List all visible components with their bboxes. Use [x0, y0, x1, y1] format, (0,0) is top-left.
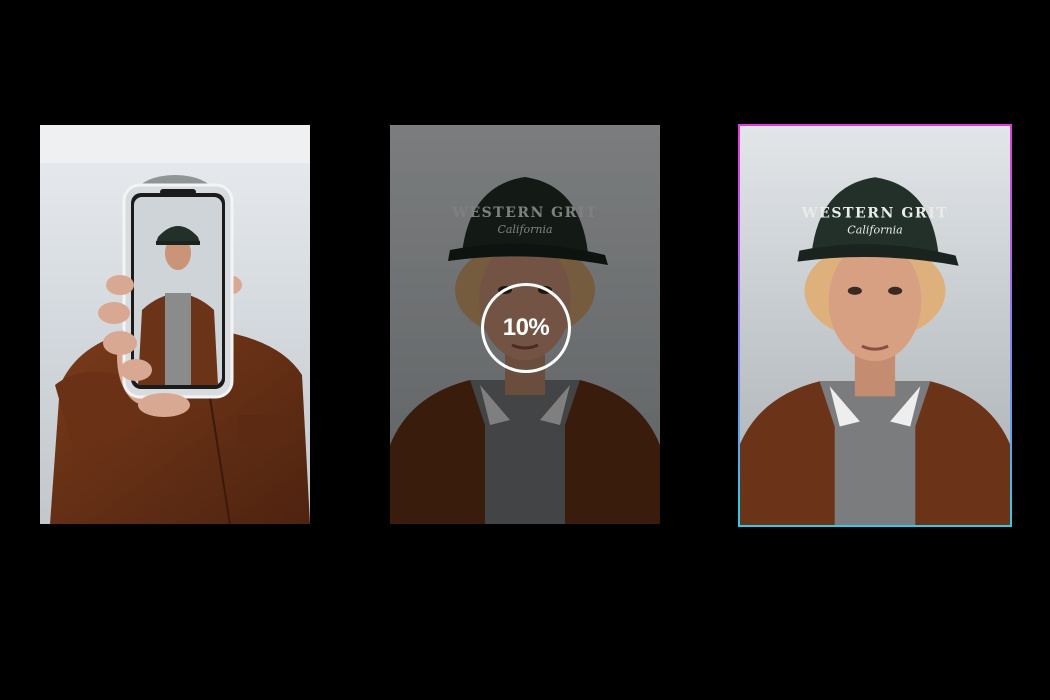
progress-percentage: 10%: [502, 314, 550, 341]
result-photo-illustration: WESTERN GRIT California: [739, 125, 1011, 526]
source-photo[interactable]: [40, 125, 310, 524]
source-photo-illustration: [40, 125, 310, 524]
cap-text-line2: California: [847, 224, 902, 237]
comparison-stage: WESTERN GRIT California 10% WESTERN GRIT…: [0, 0, 1050, 700]
result-photo[interactable]: WESTERN GRIT California: [739, 125, 1011, 526]
progress-indicator: 10%: [481, 283, 571, 373]
cap-text-line1: WESTERN GRIT: [801, 205, 948, 221]
